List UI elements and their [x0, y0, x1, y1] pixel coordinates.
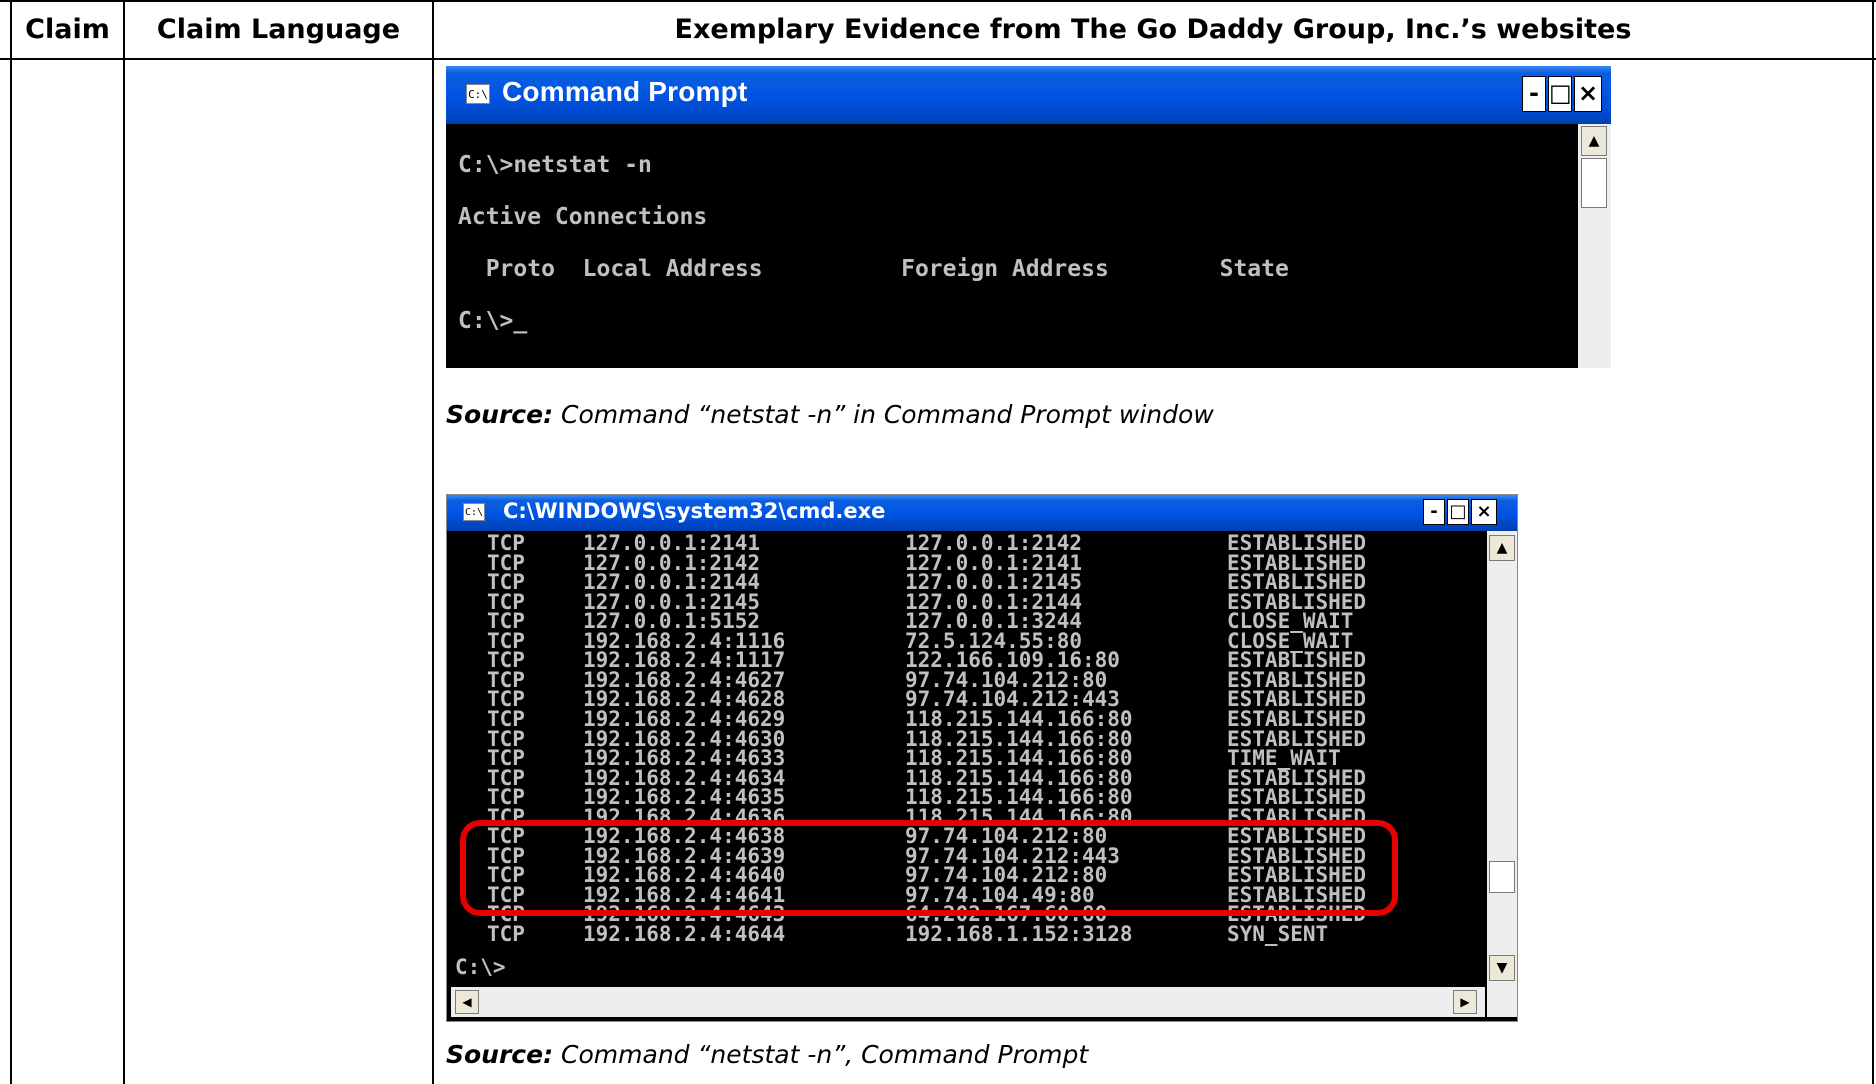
console-output[interactable]: C:\>netstat -n Active Connections Proto … [450, 124, 1578, 368]
scroll-up-icon[interactable]: ▲ [1581, 126, 1607, 156]
header-claim-language: Claim Language [156, 13, 401, 45]
cmd-icon: C:\ [466, 84, 490, 104]
source-label: Source: [446, 400, 554, 429]
console-line: C:\>netstat -n [458, 152, 652, 178]
console-output[interactable]: C:\> TCP 127.0.0.1:2141 127.0.0.1:2142 ESTA… [451, 531, 1485, 987]
table-divider [432, 0, 434, 1084]
state-cell: ESTABLISHED [1227, 706, 1367, 731]
table-border-right [1872, 0, 1874, 1084]
header-evidence: Exemplary Evidence from The Go Daddy Gro… [674, 13, 1632, 45]
console-line: Active Connections [458, 204, 708, 230]
table-header-divider [0, 58, 1876, 60]
source-caption-2: Source: Command “netstat -n”, Command Pr… [446, 1040, 1088, 1069]
window-title: C:\WINDOWS\system32\cmd.exe [503, 499, 886, 523]
source-text: Command “netstat -n”, Command Prompt [553, 1040, 1089, 1069]
command-prompt-window: C:\ Command Prompt - □ × C:\>netstat -n … [446, 66, 1611, 368]
close-button[interactable]: × [1574, 76, 1602, 112]
maximize-button[interactable]: □ [1447, 499, 1469, 525]
maximize-button[interactable]: □ [1548, 76, 1572, 112]
vertical-scrollbar[interactable]: ▲ [1578, 124, 1611, 368]
state-cell: SYN_SENT [1227, 922, 1329, 946]
scroll-thumb[interactable] [1581, 158, 1607, 208]
state-cell: ESTABLISHED [1227, 531, 1367, 555]
console-line: Proto Local Address Foreign Address Stat… [458, 256, 1289, 282]
foreign-address-cell: 192.168.1.152:3128 [905, 922, 1133, 946]
resize-grip-icon[interactable] [1487, 987, 1517, 1017]
window-title: Command Prompt [502, 76, 748, 107]
cmd-exe-window: C:\ C:\WINDOWS\system32\cmd.exe - □ × C:… [446, 494, 1518, 1022]
window-titlebar[interactable]: C:\ C:\WINDOWS\system32\cmd.exe - □ × [447, 495, 1517, 531]
highlight-box [460, 820, 1398, 916]
vertical-scrollbar[interactable]: ▲ ▼ [1487, 531, 1517, 987]
proto-cell: TCP [487, 531, 525, 555]
scroll-right-icon[interactable]: ▶ [1453, 990, 1477, 1014]
local-address-cell: 192.168.2.4:4629 [583, 706, 786, 731]
minimize-button[interactable]: - [1423, 499, 1445, 525]
cmd-icon: C:\ [463, 503, 485, 521]
window-titlebar[interactable]: C:\ Command Prompt - □ × [446, 66, 1611, 124]
header-claim: Claim [25, 13, 110, 45]
proto-cell: TCP [487, 706, 525, 731]
scroll-left-icon[interactable]: ◀ [455, 990, 479, 1014]
table-divider [123, 0, 125, 1084]
source-caption-1: Source: Command “netstat -n” in Command … [446, 400, 1214, 429]
foreign-address-cell: 127.0.0.1:2142 [905, 531, 1083, 555]
close-button[interactable]: × [1471, 499, 1497, 525]
scroll-down-icon[interactable]: ▼ [1489, 955, 1515, 981]
minimize-button[interactable]: - [1522, 76, 1546, 112]
source-text: Command “netstat -n” in Command Prompt w… [553, 400, 1214, 429]
prompt-text: C:\> [455, 955, 506, 979]
horizontal-scrollbar[interactable]: ◀ ▶ [451, 987, 1485, 1017]
local-address-cell: 192.168.2.4:4644 [583, 922, 786, 946]
scroll-thumb[interactable] [1489, 861, 1515, 893]
source-label: Source: [446, 1040, 554, 1069]
proto-cell: TCP [487, 922, 525, 946]
table-border-left [10, 0, 12, 1084]
scroll-up-icon[interactable]: ▲ [1489, 535, 1515, 561]
console-line: C:\>_ [458, 308, 528, 334]
foreign-address-cell: 118.215.144.166:80 [905, 706, 1133, 731]
local-address-cell: 127.0.0.1:2141 [583, 531, 761, 555]
